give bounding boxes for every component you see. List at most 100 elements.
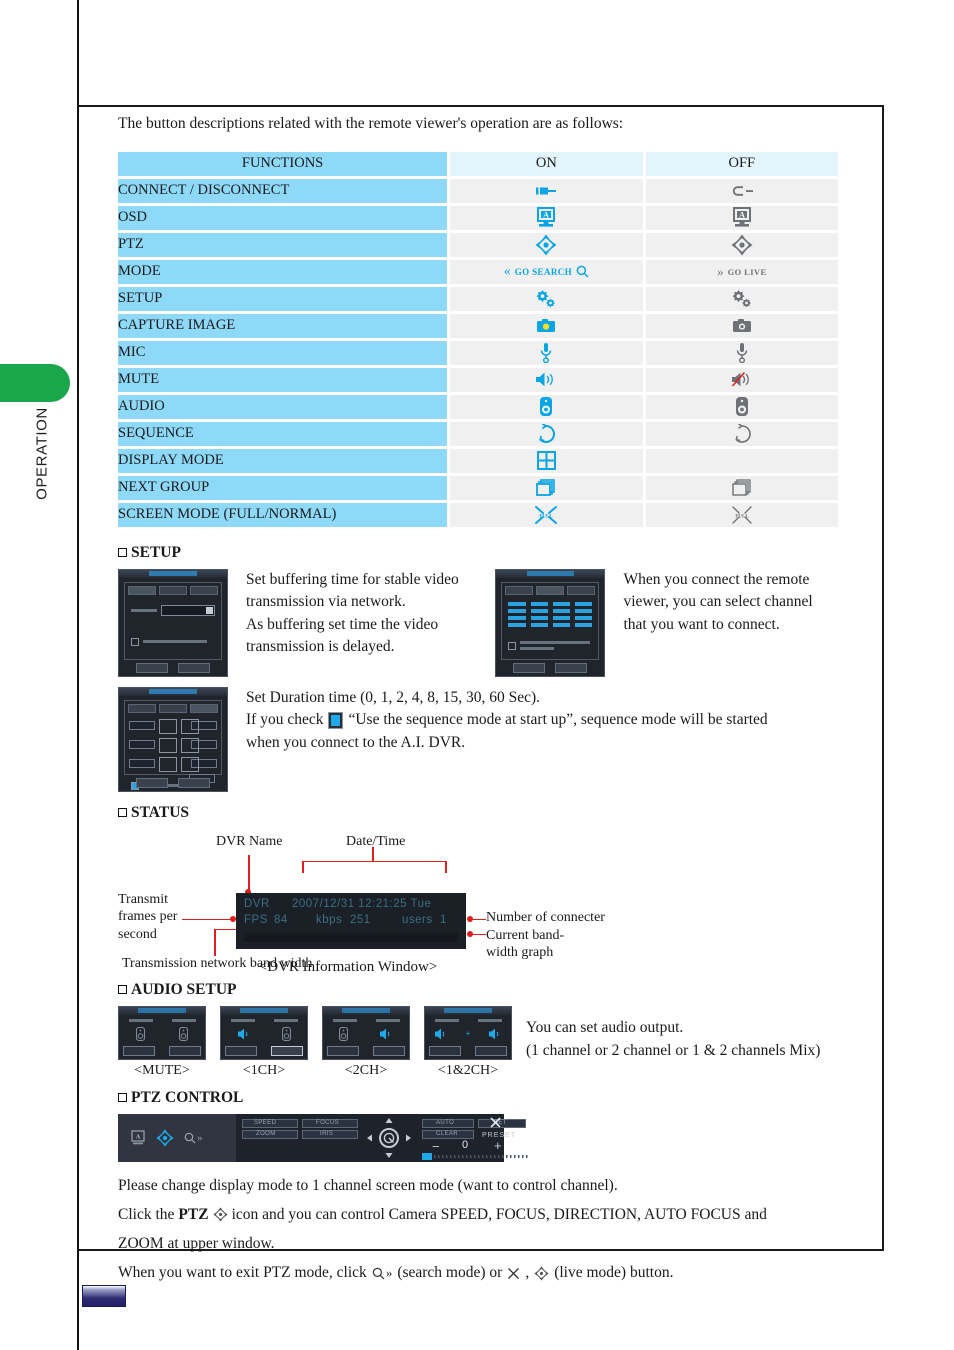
ok-button[interactable] — [513, 662, 546, 673]
table-row: MIC — [118, 340, 838, 365]
setup-dialog-buffering-screenshot — [118, 568, 228, 677]
header-functions: FUNCTIONS — [118, 151, 448, 176]
buffering-time-row — [125, 595, 221, 616]
label-transmit-fps: Transmit frames per second — [118, 891, 177, 944]
cancel-button[interactable] — [555, 662, 588, 673]
tab-1 — [505, 585, 534, 595]
svg-text:FULL: FULL — [540, 514, 554, 519]
audio2-label — [171, 1018, 196, 1022]
microphone-icon — [450, 341, 643, 365]
function-label-osd: OSD — [118, 205, 448, 230]
audio-caption-1and2ch: <1&2CH> — [437, 1062, 499, 1078]
audio-speaker-row: + — [425, 1022, 511, 1041]
close-icon[interactable] — [490, 1117, 501, 1128]
ptz-four-arrows-icon[interactable] — [156, 1129, 174, 1147]
buffering-checkbox-row — [125, 616, 221, 646]
svg-text:A: A — [543, 211, 549, 220]
setup-text-2-line-3: that you want to connect. — [623, 615, 780, 633]
duration-spinbox[interactable] — [129, 720, 155, 730]
table-row: PTZ — [118, 232, 838, 257]
table-row: SETUP — [118, 286, 838, 311]
setup-text-3: Set Duration time (0, 1, 2, 4, 8, 15, 30… — [228, 687, 836, 754]
ptz-direction-pad[interactable] — [366, 1117, 412, 1159]
dialog-buttons — [496, 662, 604, 673]
cancel-button[interactable] — [271, 1045, 303, 1056]
checkbox-label — [143, 640, 207, 644]
audio-caption-1ch: <1CH> — [242, 1062, 286, 1078]
off-cell-capture — [645, 313, 838, 338]
setup-text-2: When you connect the remote viewer, you … — [605, 569, 848, 636]
label-bandwidth-graph-l1: Current band- — [486, 927, 565, 943]
audio-caption-mute: <MUTE> — [134, 1062, 190, 1078]
setup-text-1-line-2: transmission via network. — [246, 593, 406, 611]
audio-speaker-row — [221, 1022, 307, 1041]
channel-cell — [552, 615, 571, 620]
table-row: NEXT GROUP — [118, 475, 838, 500]
go-search-icon: « GO SEARCH — [450, 260, 643, 284]
audio2-label — [375, 1018, 400, 1022]
setup-heading-label: SETUP — [131, 543, 181, 561]
ok-button[interactable] — [327, 1045, 359, 1056]
on-cell-audio — [450, 394, 643, 419]
ok-button[interactable] — [136, 777, 168, 788]
cancel-button[interactable] — [178, 662, 210, 673]
function-label-mode: MODE — [118, 259, 448, 284]
cancel-button[interactable] — [169, 1045, 201, 1056]
osd-monitor-a-icon[interactable]: A — [130, 1130, 146, 1146]
go-search-icon[interactable]: » — [184, 1132, 203, 1144]
duration-spinbox[interactable] — [129, 758, 155, 768]
ok-button[interactable] — [225, 1045, 257, 1056]
ok-button[interactable] — [123, 1045, 155, 1056]
channel-cell — [508, 608, 526, 613]
function-label-sequence: SEQUENCE — [118, 421, 448, 446]
ptz-slider-handle[interactable] — [422, 1152, 432, 1160]
on-cell-sequence — [450, 421, 643, 446]
tab-3 — [567, 585, 596, 595]
cancel-button[interactable] — [475, 1045, 507, 1056]
setup-text-2-line-1: When you connect the remote — [623, 570, 810, 588]
leader-line-datetime-top — [302, 860, 446, 863]
label-transmit-fps-l2: frames per — [118, 909, 178, 925]
audio2-label — [273, 1018, 298, 1022]
bullet-square-icon — [118, 808, 127, 818]
duration-spinbox[interactable] — [129, 739, 155, 749]
dialog-titlebar — [496, 569, 605, 578]
channel-cell — [508, 615, 526, 620]
function-label-screen-mode: SCREEN MODE (FULL/NORMAL) — [118, 502, 448, 527]
label-transmit-fps-l1: Transmit — [118, 891, 169, 907]
go-live-icon: » GO LIVE — [717, 263, 767, 279]
ptz-instruction-line-4b: (search mode) or — [397, 1264, 503, 1282]
table-row: OSD A A — [118, 205, 838, 230]
audio-note: You can set audio output. (1 channel or … — [526, 1006, 820, 1063]
dvr-users-label: users — [402, 913, 433, 926]
label-date-time: Date/Time — [346, 833, 406, 849]
label-bandwidth-graph: Current band- width graph — [486, 927, 564, 962]
off-cell-screen-mode: FULL — [645, 502, 838, 527]
bullet-square-icon — [118, 1093, 127, 1103]
off-cell-mode: » GO LIVE — [645, 259, 838, 284]
setup-text-3-line-1: Set Duration time (0, 1, 2, 4, 8, 15, 30… — [246, 688, 541, 706]
audio-speaker-box-icon — [338, 1026, 348, 1041]
ptz-instruction-line-4: When you want to exit PTZ mode, click » … — [118, 1261, 848, 1284]
microphone-icon — [646, 341, 838, 365]
cancel-button[interactable] — [178, 777, 210, 788]
off-cell-osd: A — [645, 205, 838, 230]
ok-button[interactable] — [429, 1045, 461, 1056]
cancel-button[interactable] — [373, 1045, 405, 1056]
function-label-mute: MUTE — [118, 367, 448, 392]
svg-text:A: A — [739, 211, 745, 220]
dialog-body — [124, 699, 222, 790]
off-cell-mic — [645, 340, 838, 365]
ptz-minus-button[interactable]: − — [432, 1140, 440, 1153]
dvr-fps-label: FPS — [244, 913, 268, 926]
ptz-slider-track[interactable] — [434, 1154, 528, 1158]
ok-button[interactable] — [136, 662, 168, 673]
dialog-titlebar — [323, 1006, 409, 1015]
dialog-buttons — [119, 777, 227, 788]
leader-line-datetime-right — [445, 860, 447, 873]
setup-text-3-line-2b: “Use the sequence mode at start up”, seq… — [348, 711, 768, 729]
ptz-plus-button[interactable]: + — [494, 1139, 502, 1152]
off-cell-sequence — [645, 421, 838, 446]
channel-grid — [502, 595, 598, 627]
status-heading: STATUS — [118, 804, 848, 822]
